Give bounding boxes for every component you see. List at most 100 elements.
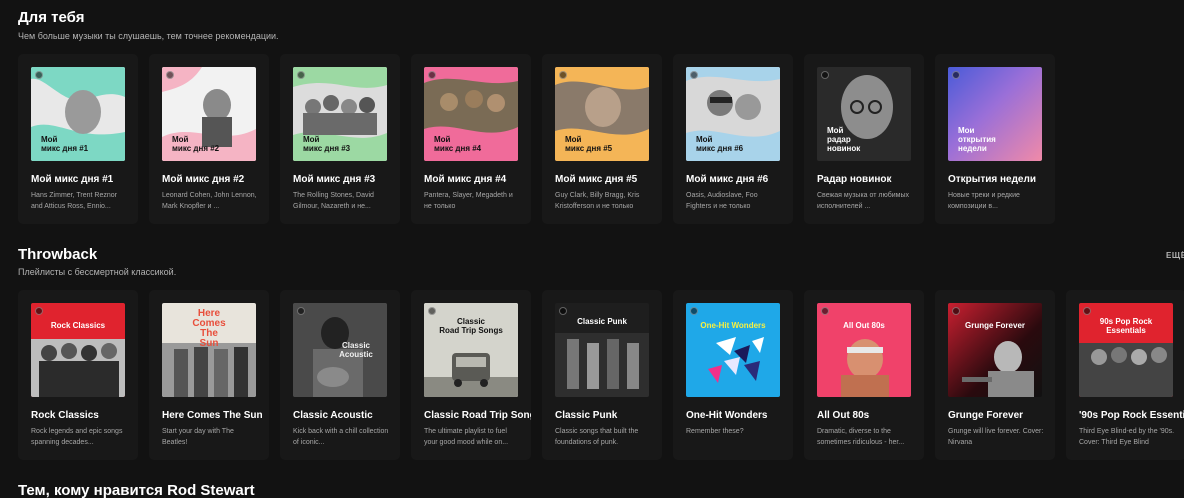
spotify-icon (297, 307, 305, 315)
playlist-card-daily-mix-4[interactable]: Мой микс дня #4 Мой микс дня #4 Pantera,… (411, 54, 531, 224)
card-title[interactable]: Мой микс дня #6 (686, 174, 793, 185)
home-feed: Для тебя Чем больше музыки ты слушаешь, … (0, 0, 1184, 498)
playlist-card-daily-mix-2[interactable]: Мой микс дня #2 Мой микс дня #2 Leonard … (149, 54, 269, 224)
section-title-throwback[interactable]: Throwback (18, 246, 97, 263)
playlist-cover: Мой микс дня #1 (31, 67, 125, 161)
card-title[interactable]: Мой микс дня #3 (293, 174, 400, 185)
playlist-card-classic-punk[interactable]: Classic Punk Classic Punk Classic songs … (542, 290, 662, 460)
playlist-cover: Grunge Forever (948, 303, 1042, 397)
playlist-card-grunge-forever[interactable]: Grunge Forever Grunge Forever Grunge wil… (935, 290, 1055, 460)
card-title[interactable]: Classic Acoustic (293, 410, 400, 421)
playlist-card-rock-classics[interactable]: Rock Classics Rock Classics Rock legends… (18, 290, 138, 460)
spotify-icon (821, 71, 829, 79)
card-description: The ultimate playlist to fuel your good … (424, 428, 509, 446)
spotify-icon (952, 307, 960, 315)
card-title[interactable]: Мой микс дня #5 (555, 174, 662, 185)
cover-label: Мой радар новинок (827, 126, 861, 153)
spotify-icon (35, 71, 43, 79)
spotify-icon (428, 71, 436, 79)
spotify-icon (166, 71, 174, 79)
section-title-for-you[interactable]: Для тебя (18, 9, 84, 26)
playlist-cover: Мой радар новинок (817, 67, 911, 161)
card-description: Third Eye Blind-ed by the '90s. Cover: T… (1079, 428, 1175, 446)
card-title[interactable]: Here Comes The Sun (162, 410, 269, 421)
section-title-rod-stewart[interactable]: Тем, кому нравится Rod Stewart (18, 482, 255, 498)
card-title[interactable]: Grunge Forever (948, 410, 1055, 421)
playlist-cover: Here Comes The Sun (162, 303, 256, 397)
playlist-card-90s-pop-rock-essentials[interactable]: 90s Pop Rock Essentials '90s Pop Rock Es… (1066, 290, 1184, 460)
card-title[interactable]: Rock Classics (31, 410, 138, 421)
spotify-icon (690, 307, 698, 315)
playlist-card-classic-road-trip-songs[interactable]: Classic Road Trip Songs Classic Road Tri… (411, 290, 531, 460)
spotify-icon (428, 307, 436, 315)
playlist-card-here-comes-the-sun[interactable]: Here Comes The Sun Here Comes The Sun St… (149, 290, 269, 460)
card-title[interactable]: Мой микс дня #4 (424, 174, 531, 185)
playlist-card-daily-mix-5[interactable]: Мой микс дня #5 Мой микс дня #5 Guy Clar… (542, 54, 662, 224)
playlist-card-release-radar[interactable]: Мой радар новинок Радар новинок Свежая м… (804, 54, 924, 224)
card-title[interactable]: Открытия недели (948, 174, 1055, 185)
cover-label: Grunge Forever (964, 321, 1025, 330)
playlist-card-discover-weekly[interactable]: Мои открытия недели Открытия недели Новы… (935, 54, 1055, 224)
card-description: Guy Clark, Billy Bragg, Kris Kristoffers… (555, 192, 640, 210)
section-subtitle-throwback: Плейлисты с бессмертной классикой. (18, 267, 177, 277)
section-subtitle-for-you: Чем больше музыки ты слушаешь, тем точне… (18, 31, 279, 41)
spotify-icon (35, 307, 43, 315)
cover-label: Мои открытия недели (958, 126, 996, 153)
card-title[interactable]: One-Hit Wonders (686, 410, 793, 421)
cover-label: Мой микс дня #4 (434, 135, 482, 153)
playlist-cover: One-Hit Wonders (686, 303, 780, 397)
playlist-cover: Classic Road Trip Songs (424, 303, 518, 397)
playlist-cover: Мой микс дня #2 (162, 67, 256, 161)
cover-label: Classic Road Trip Songs (439, 317, 503, 335)
playlist-cover: Мой микс дня #5 (555, 67, 649, 161)
playlist-cover: Мой микс дня #6 (686, 67, 780, 161)
card-description: Dramatic, diverse to the sometimes ridic… (817, 428, 905, 446)
card-title[interactable]: Classic Road Trip Songs (424, 410, 531, 421)
card-title[interactable]: All Out 80s (817, 410, 924, 421)
card-description: Kick back with a chill collection of ico… (293, 428, 389, 446)
cover-label: Rock Classics (50, 321, 106, 330)
card-title[interactable]: '90s Pop Rock Essentials (1079, 410, 1184, 421)
cover-label: All Out 80s (843, 321, 885, 330)
card-description: Rock legends and epic songs spanning dec… (31, 428, 123, 446)
cover-label: Мой микс дня #5 (565, 135, 613, 153)
playlist-card-classic-acoustic[interactable]: Classic Acoustic Classic Acoustic Kick b… (280, 290, 400, 460)
cover-label: Here Comes The Sun (192, 308, 226, 349)
playlist-cover: Rock Classics (31, 303, 125, 397)
cover-label: Classic Acoustic (339, 341, 373, 359)
playlist-cover: Classic Acoustic (293, 303, 387, 397)
spotify-icon (559, 307, 567, 315)
card-description: Pantera, Slayer, Megadeth и не только (424, 192, 513, 210)
cover-label: Мой микс дня #2 (172, 135, 220, 153)
card-description: Leonard Cohen, John Lennon, Mark Knopfle… (162, 192, 257, 210)
playlist-cover: 90s Pop Rock Essentials (1079, 303, 1173, 397)
spotify-icon (952, 71, 960, 79)
cover-label: Мой микс дня #3 (303, 135, 351, 153)
playlist-cover: Мой микс дня #4 (424, 67, 518, 161)
spotify-icon (559, 71, 567, 79)
playlist-card-one-hit-wonders[interactable]: One-Hit Wonders One-Hit Wonders Remember… (673, 290, 793, 460)
card-description: Oasis, Audioslave, Foo Fighters и не тол… (686, 192, 758, 210)
card-title[interactable]: Радар новинок (817, 174, 924, 185)
for-you-row: Мой микс дня #1 Мой микс дня #1 Hans Zim… (0, 54, 1184, 224)
spotify-icon (821, 307, 829, 315)
show-all-link[interactable]: ЕЩЁ (1166, 251, 1184, 260)
card-title[interactable]: Мой микс дня #1 (31, 174, 138, 185)
cover-label: Мой микс дня #1 (41, 135, 89, 153)
playlist-cover: All Out 80s (817, 303, 911, 397)
card-description: Hans Zimmer, Trent Reznor and Atticus Ro… (31, 192, 117, 210)
spotify-icon (690, 71, 698, 79)
playlist-card-daily-mix-3[interactable]: Мой микс дня #3 Мой микс дня #3 The Roll… (280, 54, 400, 224)
cover-label: Мой микс дня #6 (696, 135, 744, 153)
playlist-cover: Classic Punk (555, 303, 649, 397)
playlist-card-daily-mix-1[interactable]: Мой микс дня #1 Мой микс дня #1 Hans Zim… (18, 54, 138, 224)
throwback-row: Rock Classics Rock Classics Rock legends… (0, 290, 1184, 460)
card-description: Remember these? (686, 428, 744, 435)
spotify-icon (297, 71, 305, 79)
spotify-icon (1083, 307, 1091, 315)
card-description: The Rolling Stones, David Gilmour, Nazar… (293, 192, 374, 210)
card-title[interactable]: Мой микс дня #2 (162, 174, 269, 185)
card-title[interactable]: Classic Punk (555, 410, 662, 421)
playlist-card-daily-mix-6[interactable]: Мой микс дня #6 Мой микс дня #6 Oasis, A… (673, 54, 793, 224)
playlist-card-all-out-80s[interactable]: All Out 80s All Out 80s Dramatic, divers… (804, 290, 924, 460)
